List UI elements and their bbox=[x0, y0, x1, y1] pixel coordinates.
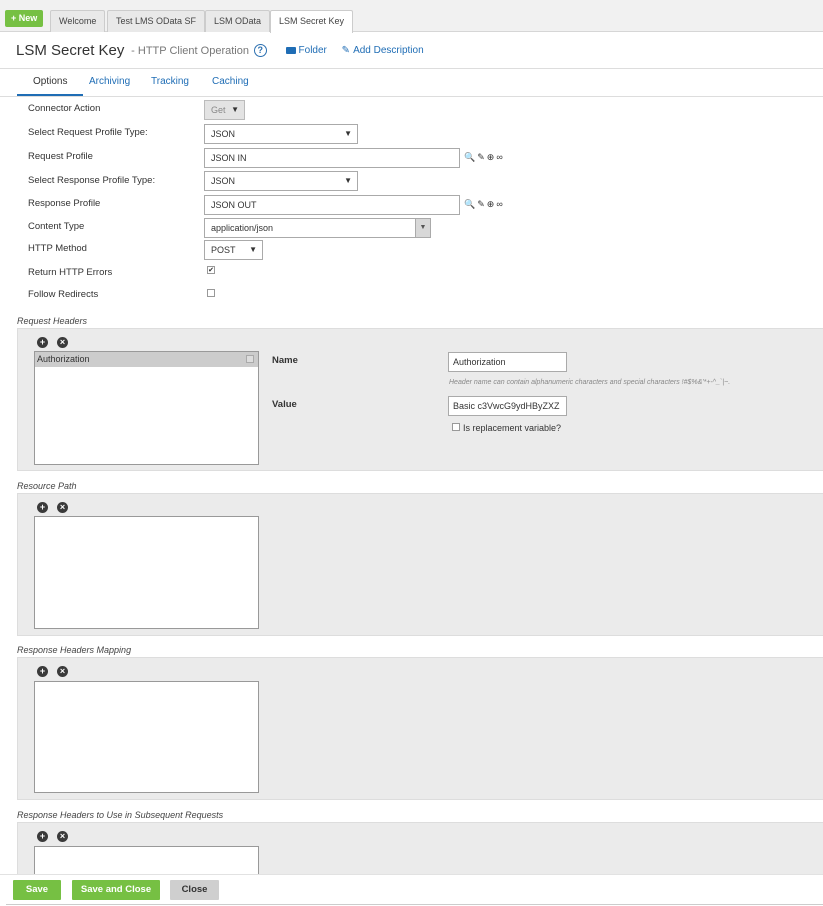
follow-redirects-label: Follow Redirects bbox=[28, 289, 99, 300]
request-headers-list: Authorization bbox=[34, 351, 259, 465]
resource-path-panel: + × bbox=[17, 493, 823, 636]
tab-caching[interactable]: Caching bbox=[212, 72, 249, 96]
tab-test-lms-odata-sf[interactable]: Test LMS OData SF bbox=[107, 10, 206, 32]
remove-icon[interactable]: × bbox=[57, 337, 68, 348]
return-http-errors-checkbox[interactable]: ✔ bbox=[207, 266, 215, 274]
add-description-label: Add Description bbox=[353, 45, 424, 56]
page-title: LSM Secret Key bbox=[16, 42, 125, 59]
response-headers-mapping-list bbox=[34, 681, 259, 793]
resource-path-list bbox=[34, 516, 259, 629]
list-item[interactable]: Authorization bbox=[35, 352, 258, 367]
remove-icon[interactable]: × bbox=[57, 831, 68, 842]
add-icon[interactable]: + bbox=[37, 502, 48, 513]
header-value-field[interactable]: Basic c3VwcG9ydHByZXZ bbox=[448, 396, 567, 416]
link-icon[interactable]: ∞ bbox=[496, 199, 502, 209]
remove-icon[interactable]: × bbox=[57, 666, 68, 677]
folder-icon bbox=[285, 46, 296, 54]
tab-archiving[interactable]: Archiving bbox=[89, 72, 130, 96]
add-icon[interactable]: + bbox=[37, 666, 48, 677]
close-button[interactable]: Close bbox=[170, 880, 219, 900]
content-type-label: Content Type bbox=[28, 221, 85, 232]
checkbox-icon bbox=[246, 355, 254, 363]
content-type-value: application/json bbox=[211, 223, 274, 233]
return-http-errors-label: Return HTTP Errors bbox=[28, 267, 113, 278]
dropdown-caret-icon: ▼ bbox=[415, 219, 430, 237]
add-icon[interactable]: + bbox=[37, 831, 48, 842]
document-tabstrip: + New Welcome Test LMS OData SF LSM ODat… bbox=[0, 0, 823, 33]
save-and-close-button[interactable]: Save and Close bbox=[72, 880, 160, 900]
save-button[interactable]: Save bbox=[13, 880, 61, 900]
replacement-variable-checkbox[interactable] bbox=[452, 423, 460, 431]
response-headers-mapping-panel: + × bbox=[17, 657, 823, 800]
response-headers-subsequent-title: Response Headers to Use in Subsequent Re… bbox=[17, 810, 224, 820]
add-icon[interactable]: + bbox=[37, 337, 48, 348]
content-type-select[interactable]: application/json ▼ bbox=[204, 218, 431, 238]
response-headers-subsequent-list bbox=[34, 846, 259, 875]
app-window: + New Welcome Test LMS OData SF LSM ODat… bbox=[0, 0, 823, 906]
header-value-label: Value bbox=[272, 399, 297, 410]
dropdown-caret-icon: ▼ bbox=[344, 129, 352, 138]
dropdown-caret-icon: ▼ bbox=[344, 176, 352, 185]
response-profile-tools: 🔍 ✎ ⊕ ∞ bbox=[464, 199, 505, 211]
tab-lsm-odata[interactable]: LSM OData bbox=[205, 10, 271, 32]
add-icon[interactable]: ⊕ bbox=[487, 199, 495, 210]
request-profile-type-value: JSON bbox=[211, 129, 236, 139]
request-profile-tools: 🔍 ✎ ⊕ ∞ bbox=[464, 152, 505, 164]
search-icon[interactable]: 🔍 bbox=[464, 152, 475, 163]
add-icon[interactable]: ⊕ bbox=[487, 152, 495, 163]
response-profile-type-select[interactable]: JSON ▼ bbox=[204, 171, 358, 191]
header-name-field[interactable]: Authorization bbox=[448, 352, 567, 372]
tab-tracking[interactable]: Tracking bbox=[151, 72, 189, 96]
connector-action-select: Get ▼ bbox=[204, 100, 245, 120]
tab-lsm-secret-key[interactable]: LSM Secret Key bbox=[270, 10, 354, 33]
footer-toolbar: Save Save and Close Close bbox=[0, 874, 823, 906]
header-name-label: Name bbox=[272, 355, 298, 366]
request-profile-type-select[interactable]: JSON ▼ bbox=[204, 124, 358, 144]
follow-redirects-checkbox[interactable] bbox=[207, 289, 215, 297]
tab-welcome[interactable]: Welcome bbox=[50, 10, 106, 32]
divider bbox=[0, 96, 823, 97]
request-headers-panel: + × Authorization Name Authorization Hea… bbox=[17, 328, 823, 471]
response-profile-label: Response Profile bbox=[28, 198, 101, 209]
resource-path-title: Resource Path bbox=[17, 481, 77, 491]
response-headers-subsequent-panel: + × bbox=[17, 822, 823, 875]
folder-link[interactable]: Folder bbox=[285, 45, 327, 56]
request-profile-type-label: Select Request Profile Type: bbox=[28, 127, 148, 138]
response-profile-field[interactable]: JSON OUT bbox=[204, 195, 460, 215]
dropdown-caret-icon: ▼ bbox=[231, 105, 239, 114]
connector-action-label: Connector Action bbox=[28, 103, 101, 114]
divider bbox=[6, 904, 823, 905]
pencil-icon: ✎ bbox=[341, 45, 351, 56]
request-profile-label: Request Profile bbox=[28, 151, 93, 162]
response-headers-mapping-title: Response Headers Mapping bbox=[17, 645, 132, 655]
folder-link-label: Folder bbox=[298, 45, 327, 56]
title-row: LSM Secret Key - HTTP Client Operation ?… bbox=[16, 42, 424, 60]
http-method-select[interactable]: POST ▼ bbox=[204, 240, 263, 260]
response-profile-type-label: Select Response Profile Type: bbox=[28, 175, 156, 186]
edit-icon[interactable]: ✎ bbox=[477, 199, 485, 210]
link-icon[interactable]: ∞ bbox=[496, 152, 502, 162]
search-icon[interactable]: 🔍 bbox=[464, 199, 475, 210]
response-profile-type-value: JSON bbox=[211, 176, 236, 186]
dropdown-caret-icon: ▼ bbox=[249, 245, 257, 254]
replacement-variable-label: Is replacement variable? bbox=[463, 423, 562, 433]
request-headers-title: Request Headers bbox=[17, 316, 88, 326]
tab-options[interactable]: Options bbox=[17, 72, 84, 96]
connector-action-value: Get bbox=[211, 105, 226, 115]
new-button[interactable]: + New bbox=[5, 10, 44, 27]
request-profile-field[interactable]: JSON IN bbox=[204, 148, 460, 168]
http-method-value: POST bbox=[211, 245, 236, 255]
edit-icon[interactable]: ✎ bbox=[477, 152, 485, 163]
add-description-link[interactable]: ✎ Add Description bbox=[342, 45, 424, 56]
http-method-label: HTTP Method bbox=[28, 243, 87, 254]
header-name-hint: Header name can contain alphanumeric cha… bbox=[449, 379, 731, 386]
divider bbox=[0, 68, 823, 69]
remove-icon[interactable]: × bbox=[57, 502, 68, 513]
page-subtitle: - HTTP Client Operation bbox=[131, 44, 249, 57]
list-item-label: Authorization bbox=[37, 354, 90, 364]
help-icon[interactable]: ? bbox=[253, 44, 267, 57]
